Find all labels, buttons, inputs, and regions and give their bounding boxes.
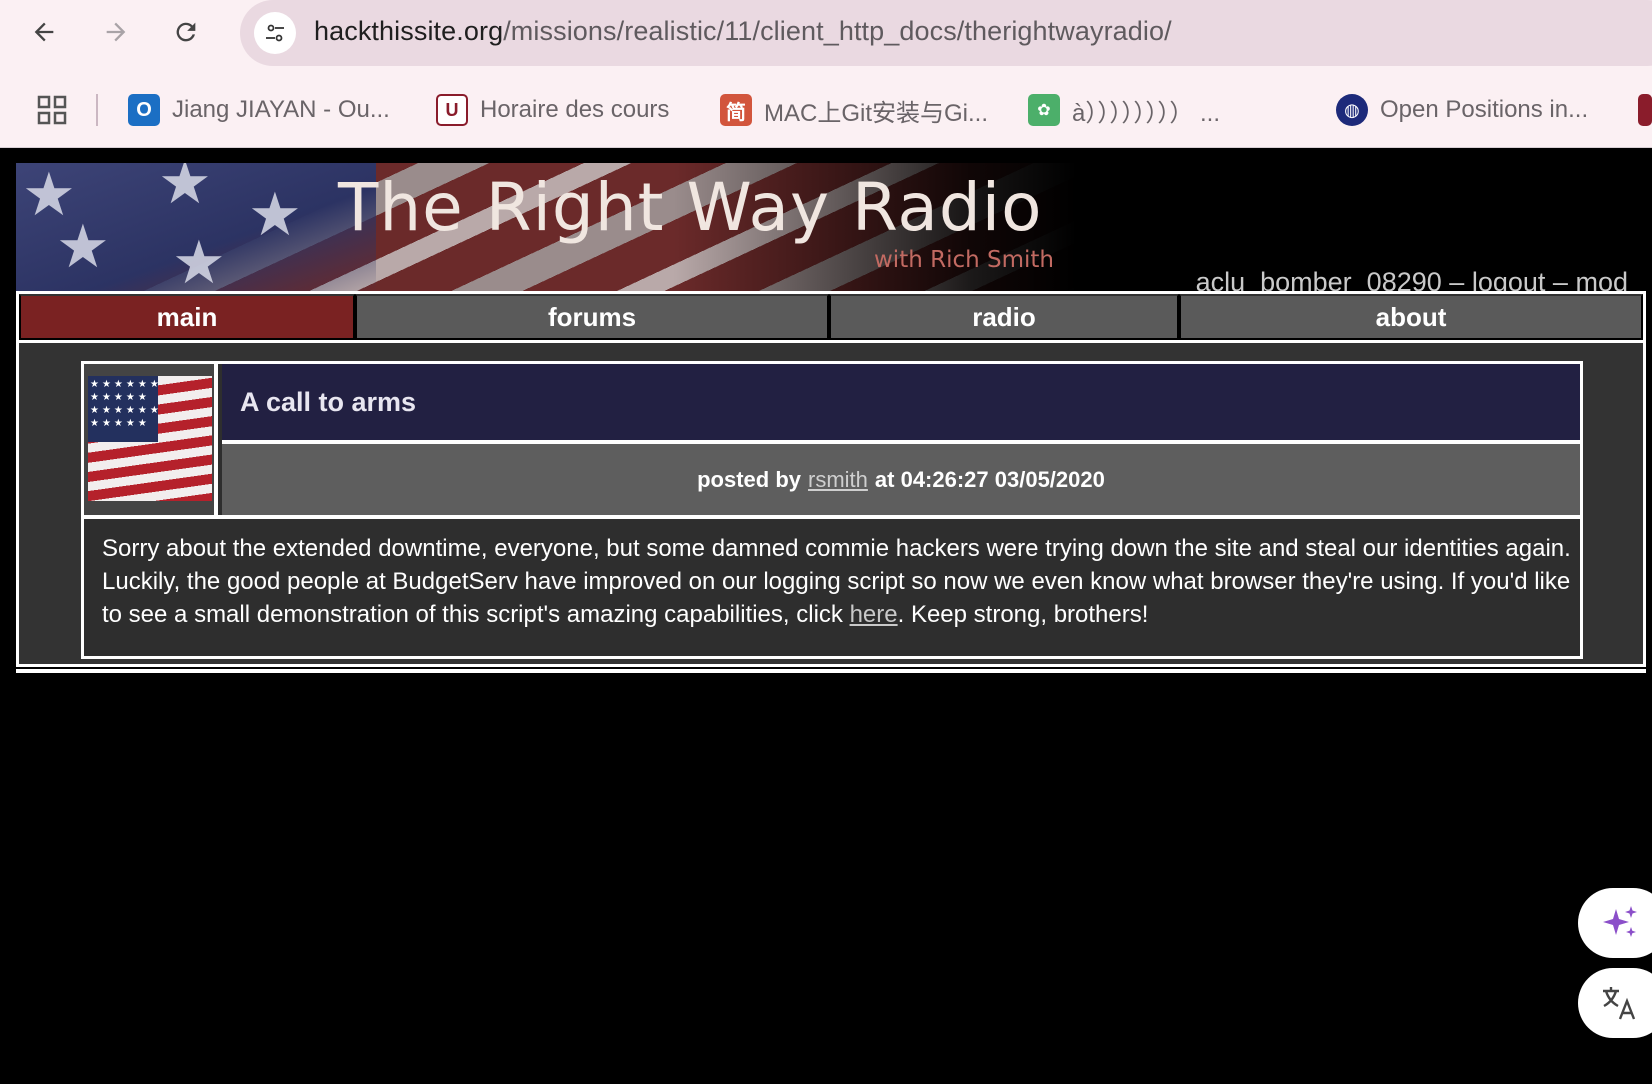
bookmarks-bar: O Jiang JIAYAN - Ou... U Horaire des cou… [0,86,1652,138]
translate-icon [1603,987,1636,1020]
site-subtitle: with Rich Smith [874,247,1055,273]
bookmark-overflow[interactable] [1638,92,1652,128]
bookmark-git[interactable]: 简 MAC上Git安装与Gi... [720,92,988,128]
url-path: /missions/realistic/11/client_http_docs/… [503,16,1172,46]
sparkle-icon [1603,906,1637,937]
outlook-icon: O [128,94,160,126]
post-body: Sorry about the extended downtime, every… [102,532,1572,631]
separator: – [1449,267,1465,291]
separator: – [1552,267,1568,291]
tab-forums[interactable]: forums [355,294,829,340]
divider [84,515,1580,519]
post-meta: posted by rsmith at 04:26:27 03/05/2020 [222,444,1580,515]
bookmark-open-positions[interactable]: ◍ Open Positions in... [1336,92,1588,128]
tab-about[interactable]: about [1179,294,1643,340]
reload-icon [176,22,196,42]
globe-icon: ◍ [1336,94,1368,126]
tune-icon [266,24,284,42]
forward-arrow-icon [106,22,126,42]
bookmark-icon [1638,94,1652,126]
jian-icon: 简 [720,94,752,126]
paw-icon: ✿ [1028,94,1060,126]
news-post: ★★★★★★ ★★★★★ ★★★★★★ ★★★★★ A call to arms… [81,361,1583,659]
back-button[interactable] [24,12,64,52]
flag-canton: ★★★★★★ ★★★★★ ★★★★★★ ★★★★★ [88,376,158,442]
nav-divider [19,340,1643,343]
post-title: A call to arms [222,364,1580,440]
apps-grid-icon[interactable] [36,94,68,126]
back-arrow-icon [34,22,54,42]
star-icon: ★ [158,163,212,216]
avatar: ★★★★★★ ★★★★★ ★★★★★★ ★★★★★ [88,376,212,501]
bookmark-label: MAC上Git安装与Gi... [764,99,989,127]
star-icon: ★ [56,213,110,280]
bookmark-label: à）））））））） ... [1072,99,1221,127]
translate-button[interactable] [1578,968,1652,1038]
tab-main[interactable]: main [19,294,355,340]
bookmark-label: Horaire des cours [480,96,670,123]
reload-button[interactable] [166,12,206,52]
posted-by-label: posted by [697,466,802,492]
url-host: hackthissite.org [314,16,504,46]
post-timestamp: at 04:26:27 03/05/2020 [874,466,1105,492]
here-link[interactable]: here [850,601,898,628]
browser-chrome: hackthissite.org/missions/realistic/11/c… [0,0,1652,148]
username-link[interactable]: aclu_bomber_08290 [1196,267,1442,291]
logout-link[interactable]: logout [1472,267,1546,291]
footer-divider [16,669,1646,673]
tab-radio[interactable]: radio [829,294,1179,340]
mod-link[interactable]: mod [1575,267,1628,291]
bookmark-label: Open Positions in... [1380,96,1589,123]
bookmark-label: Jiang JIAYAN - Ou... [172,96,390,123]
site-info-button[interactable] [254,12,296,54]
content-frame: main forums radio about ★★★★★★ ★★★★★ ★★★… [16,291,1646,667]
ai-assist-button[interactable] [1578,888,1652,958]
star-icon: ★ [172,229,226,292]
user-links: aclu_bomber_08290 – logout – mod [1196,267,1628,291]
bookmarks-separator [96,94,98,126]
page: ★ ★ ★ ★ ★ The Right Way Radio with Rich … [0,149,1652,1084]
author-link[interactable]: rsmith [808,467,868,493]
main-nav: main forums radio about [19,294,1643,340]
post-text-end: . Keep strong, brothers! [897,601,1149,628]
bookmark-paw[interactable]: ✿ à）））））））） ... [1028,92,1220,128]
forward-button[interactable] [96,12,136,52]
address-bar[interactable]: hackthissite.org/missions/realistic/11/c… [240,0,1652,66]
post-text: Sorry about the extended downtime, every… [102,535,1571,628]
author-avatar-cell: ★★★★★★ ★★★★★ ★★★★★★ ★★★★★ [84,364,218,519]
star-icon: ★ [248,181,302,248]
site-banner: ★ ★ ★ ★ ★ The Right Way Radio with Rich … [16,163,1646,291]
bookmark-outlook[interactable]: O Jiang JIAYAN - Ou... [128,92,390,128]
site-title: The Right Way Radio [338,169,1043,246]
url-text[interactable]: hackthissite.org/missions/realistic/11/c… [314,16,1172,47]
university-icon: U [436,94,468,126]
bookmark-horaire[interactable]: U Horaire des cours [436,92,669,128]
